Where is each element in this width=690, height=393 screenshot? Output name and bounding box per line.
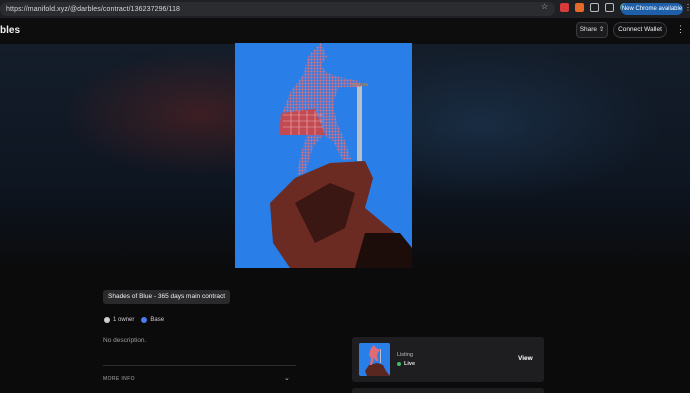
address-bar[interactable]: https://manifold.xyz/@darbles/contract/1… <box>0 2 555 16</box>
site-header: bles Share ⇪ Connect Wallet ⋮ <box>0 18 690 44</box>
divider <box>103 365 296 366</box>
more-vertical-icon[interactable]: ⋮ <box>676 24 685 35</box>
base-chain-icon <box>141 317 148 323</box>
artwork-image <box>235 43 412 268</box>
listing-label: Listing <box>397 352 413 358</box>
puzzle-icon[interactable] <box>590 3 599 12</box>
connect-wallet-button[interactable]: Connect Wallet <box>613 22 667 38</box>
side-panel-icon[interactable] <box>605 3 614 12</box>
owner-chain-row: 1 owner Base <box>104 317 164 323</box>
extension-icon[interactable] <box>560 3 569 12</box>
more-menu-icon[interactable]: ⋮ <box>684 3 690 12</box>
next-card <box>352 388 544 393</box>
extensions-row <box>560 3 629 12</box>
live-status-dot <box>397 362 401 366</box>
owner-icon <box>104 317 110 323</box>
chrome-update-button[interactable]: New Chrome available <box>621 3 683 15</box>
listing-card[interactable]: Listing Live View <box>352 337 544 382</box>
nft-artwork[interactable] <box>235 43 412 268</box>
share-label: Share <box>579 26 598 33</box>
chevron-down-icon[interactable]: ⌄ <box>284 374 290 382</box>
description-text: No description. <box>103 337 147 344</box>
thumbnail-image <box>359 343 390 376</box>
share-button[interactable]: Share ⇪ <box>576 22 608 38</box>
site-title[interactable]: bles <box>0 25 20 36</box>
more-info-toggle[interactable]: MORE INFO <box>103 376 135 382</box>
browser-toolbar: https://manifold.xyz/@darbles/contract/1… <box>0 0 690 18</box>
bookmark-star-icon[interactable]: ☆ <box>541 2 548 11</box>
share-icon: ⇪ <box>598 26 605 33</box>
listing-thumbnail <box>359 343 390 376</box>
listing-status: Live <box>397 361 415 367</box>
listing-status-text: Live <box>404 361 416 367</box>
owners-count[interactable]: 1 owner <box>113 317 134 323</box>
view-listing-button[interactable]: View <box>518 355 533 362</box>
chain-name: Base <box>150 317 165 323</box>
extension-icon[interactable] <box>575 3 584 12</box>
nft-title: Shades of Blue - 365 days main contract <box>103 290 231 304</box>
url-text: https://manifold.xyz/@darbles/contract/1… <box>6 5 181 13</box>
